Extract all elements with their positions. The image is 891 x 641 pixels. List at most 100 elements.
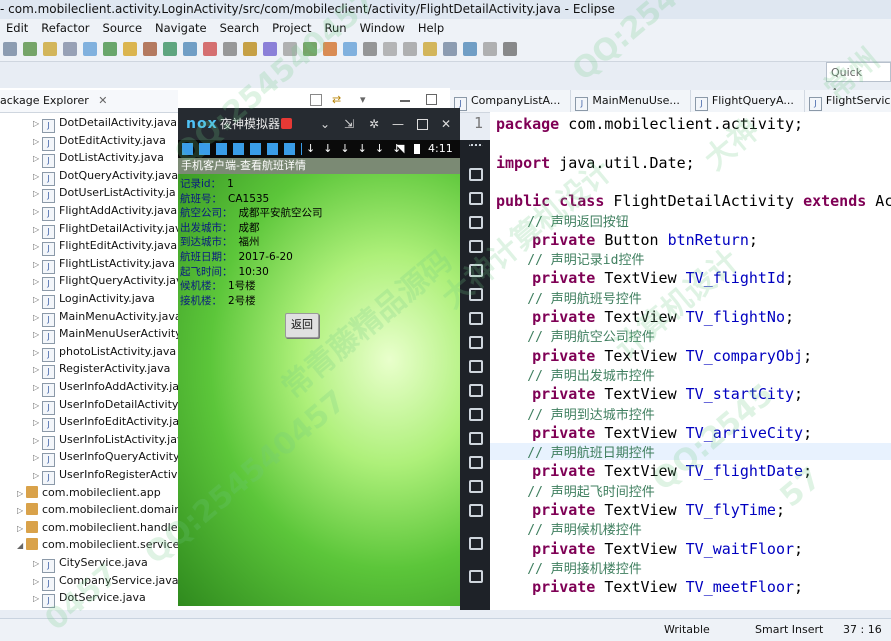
- toolbar-icon[interactable]: [383, 42, 397, 56]
- dropdown-icon[interactable]: ⌄: [320, 108, 330, 140]
- expand-icon[interactable]: ▷: [33, 309, 42, 326]
- toolbar-icon[interactable]: [43, 42, 57, 56]
- toolbar-icon[interactable]: [63, 42, 77, 56]
- tree-file[interactable]: ▷ J DotUserListActivity.ja: [33, 184, 176, 204]
- maximize-view-icon[interactable]: [426, 94, 437, 105]
- toolbar-icon[interactable]: [23, 42, 37, 56]
- expand-icon[interactable]: ▷: [33, 133, 42, 150]
- expand-icon[interactable]: ▷: [33, 449, 42, 466]
- expand-icon[interactable]: ▷: [33, 361, 42, 378]
- toolbar-icon[interactable]: [163, 42, 177, 56]
- menu-refactor[interactable]: Refactor: [35, 19, 96, 37]
- toolbar-icon[interactable]: [343, 42, 357, 56]
- link-editor-icon[interactable]: ⇄: [332, 93, 341, 106]
- expand-icon[interactable]: ▷: [33, 168, 42, 185]
- volume-down-icon[interactable]: [469, 312, 483, 325]
- phone-icon[interactable]: [469, 168, 483, 181]
- tree-file[interactable]: ▷ J UserInfoAddActivity.jav: [33, 378, 186, 397]
- toolbar-icon[interactable]: [443, 42, 457, 56]
- minimize-view-icon[interactable]: [400, 100, 410, 102]
- quick-access-field[interactable]: Quick Acces: [826, 62, 891, 99]
- toolbar-icon[interactable]: [363, 42, 377, 56]
- expand-icon[interactable]: ▷: [17, 502, 26, 519]
- tree-file[interactable]: ▷ J CityService.java: [33, 554, 148, 573]
- back-icon[interactable]: [469, 504, 483, 517]
- settings-icon[interactable]: ✲: [369, 108, 379, 140]
- tree-package[interactable]: ▷ com.mobileclient.app: [17, 484, 161, 501]
- tree-file[interactable]: ▷ JphotoListActivity.java: [33, 343, 176, 362]
- expand-icon[interactable]: ▷: [17, 520, 26, 537]
- minimize-icon[interactable]: [310, 94, 322, 106]
- expand-icon[interactable]: ▷: [33, 291, 42, 308]
- menu-source[interactable]: Source: [97, 19, 150, 37]
- expand-icon[interactable]: ▷: [33, 590, 42, 607]
- tree-file[interactable]: ▷ J UserInfoRegisterActivit: [33, 466, 185, 485]
- close-icon[interactable]: ✕: [98, 94, 107, 107]
- menu-list-icon[interactable]: [469, 456, 483, 469]
- tree-file[interactable]: ▷ J FlightDetailActivity.java: [33, 220, 188, 239]
- toolbar-icon[interactable]: [263, 42, 277, 56]
- expand-icon[interactable]: ▷: [33, 397, 42, 414]
- toolbar-icon[interactable]: [303, 42, 317, 56]
- expand-icon[interactable]: ▷: [33, 203, 42, 220]
- toolbar-icon[interactable]: [483, 42, 497, 56]
- toolbar-icon[interactable]: [283, 42, 297, 56]
- toolbar-icon[interactable]: [103, 42, 117, 56]
- expand-icon[interactable]: ▷: [33, 273, 42, 290]
- expand-icon[interactable]: ▷: [33, 432, 42, 449]
- tree-file[interactable]: ▷ J UserInfoQueryActivity.j: [33, 448, 184, 468]
- volume-up-icon[interactable]: [469, 288, 483, 301]
- expand-icon[interactable]: ▷: [33, 326, 42, 343]
- keyboard-icon[interactable]: [469, 240, 483, 253]
- tree-file[interactable]: ▷ J RegisterActivity.java: [33, 360, 170, 380]
- expand-icon[interactable]: ▷: [33, 573, 42, 590]
- tree-package[interactable]: ▷ com.mobileclient.handler: [17, 519, 182, 536]
- menu-icon[interactable]: [469, 144, 483, 148]
- expand-icon[interactable]: ◢: [17, 537, 26, 554]
- expand-icon[interactable]: ▷: [17, 485, 26, 502]
- menu-edit[interactable]: Edit: [0, 19, 35, 37]
- tree-package[interactable]: ◢ com.mobileclient.service: [17, 536, 179, 553]
- tree-file[interactable]: ▷ J FlightListActivity.java: [33, 255, 175, 274]
- toolbar-icon[interactable]: [123, 42, 137, 56]
- close-icon[interactable]: ✕: [441, 108, 451, 140]
- tree-file[interactable]: ▷ J UserInfoDetailActivity.j: [33, 396, 183, 415]
- tree-file[interactable]: ▷ J MainMenuUserActivity: [33, 325, 182, 345]
- tree-file[interactable]: ▷ J DotQueryActivity.java: [33, 167, 178, 186]
- shake-icon[interactable]: [469, 360, 483, 373]
- tree-package[interactable]: ▷ com.mobileclient.domain: [17, 501, 181, 518]
- menu-help[interactable]: Help: [412, 19, 451, 37]
- toolbar-icon[interactable]: [183, 42, 197, 56]
- expand-icon[interactable]: ▷: [33, 344, 42, 361]
- tree-file[interactable]: ▷ J DotEditActivity.java: [33, 132, 166, 151]
- back-button[interactable]: 返回: [285, 313, 319, 338]
- toolbar-icon[interactable]: [463, 42, 477, 56]
- package-explorer-tab[interactable]: ackage Explorer ✕: [0, 90, 178, 113]
- menu-project[interactable]: Project: [266, 19, 318, 37]
- tree-file[interactable]: ▷ J MainMenuActivity.java: [33, 308, 182, 327]
- tree-file[interactable]: ▷ J FlightAddActivity.java: [33, 202, 177, 221]
- menu-navigate[interactable]: Navigate: [149, 19, 214, 37]
- maximize-icon[interactable]: [417, 119, 428, 130]
- tree-file[interactable]: ▷ J UserInfoEditActivity.jav: [33, 413, 186, 433]
- view-menu-icon[interactable]: ▾: [360, 93, 366, 106]
- expand-icon[interactable]: ▷: [33, 185, 42, 202]
- menu-run[interactable]: Run: [319, 19, 354, 37]
- expand-icon[interactable]: ▷: [33, 467, 42, 484]
- tree-file[interactable]: ▷ J FlightEditActivity.java: [33, 237, 177, 257]
- expand-icon[interactable]: ▷: [33, 115, 42, 132]
- screenshot-icon[interactable]: [469, 336, 483, 349]
- tree-file[interactable]: ▷ J DotDetailActivity.java: [33, 114, 177, 133]
- toolbar-icon[interactable]: [83, 42, 97, 56]
- tree-file[interactable]: ▷ J LoginActivity.java: [33, 290, 155, 309]
- editor-tab[interactable]: JFlightServic...: [805, 90, 891, 112]
- robot-icon[interactable]: [469, 192, 483, 205]
- resize-icon[interactable]: ⇲: [344, 108, 354, 140]
- expand-icon[interactable]: ▷: [33, 238, 42, 255]
- editor-tab[interactable]: J CompanyListA...: [450, 90, 572, 112]
- menu-window[interactable]: Window: [354, 19, 412, 37]
- home-icon[interactable]: [469, 537, 483, 550]
- expand-icon[interactable]: ▷: [33, 379, 42, 396]
- toolbar-icon[interactable]: [203, 42, 217, 56]
- tree-file[interactable]: ▷ J FlightQueryActivity.java: [33, 272, 189, 292]
